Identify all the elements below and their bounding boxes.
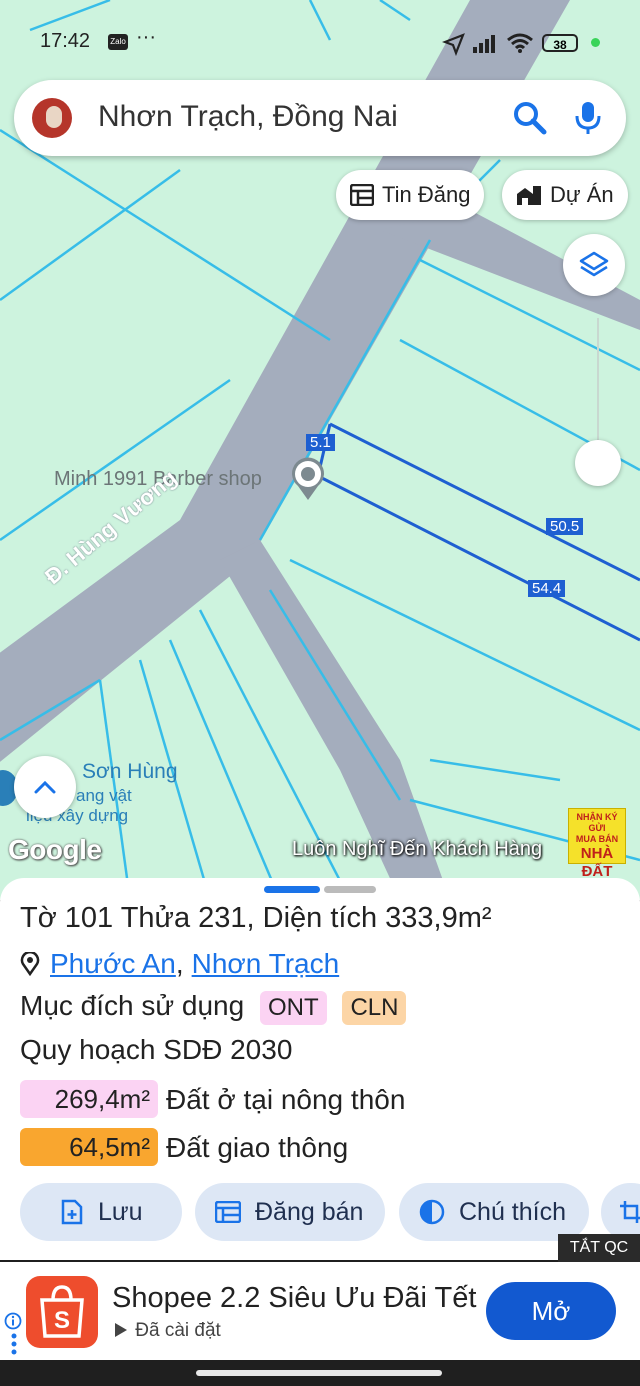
more-options-icon[interactable]: [10, 1332, 18, 1356]
save-button[interactable]: Lưu: [20, 1183, 182, 1241]
play-store-icon: [115, 1323, 127, 1337]
zalo-icon: Zalo: [108, 34, 128, 50]
more-notifications-icon: ···: [136, 26, 156, 48]
search-input[interactable]: Nhơn Trạch, Đồng Nai: [98, 100, 398, 134]
legend-button-label: Chú thích: [459, 1197, 567, 1226]
sheet-handle[interactable]: [324, 886, 376, 893]
poi-store-sub: ang vật: [76, 786, 132, 805]
map-pin-icon: [20, 952, 40, 976]
dimension-label: 50.5: [546, 518, 584, 535]
chevron-up-icon: [34, 780, 56, 794]
avatar[interactable]: [32, 98, 72, 138]
listings-chip-label: Tin Đăng: [382, 182, 471, 207]
table-icon: [215, 1201, 241, 1223]
close-ad-button[interactable]: TẮT QC: [558, 1234, 640, 1262]
crop-icon: [620, 1201, 640, 1223]
privacy-indicator-icon: [591, 38, 600, 47]
plan-label: Quy hoạch SDĐ 2030: [20, 1034, 293, 1065]
dimension-label: 5.1: [306, 434, 335, 451]
post-sale-button-label: Đăng bán: [255, 1197, 364, 1226]
location-arrow-icon: [442, 33, 465, 56]
signal-icon: [473, 35, 495, 53]
layers-icon: [579, 251, 609, 277]
usage-row: Mục đích sử dụng ONT CLN: [20, 990, 407, 1025]
area-label: Đất giao thông: [166, 1132, 349, 1163]
shopee-app-icon[interactable]: S: [26, 1276, 98, 1348]
parcel-address: Phước An, Nhơn Trạch: [20, 948, 339, 980]
battery-icon: 38: [542, 34, 578, 52]
buildings-icon: [517, 186, 541, 205]
parcel-title: Tờ 101 Thửa 231, Diện tích 333,9m²: [20, 902, 492, 934]
svg-text:S: S: [54, 1307, 70, 1334]
search-bar[interactable]: Nhơn Trạch, Đồng Nai: [14, 80, 626, 156]
usage-tag[interactable]: ONT: [259, 991, 327, 1025]
shopping-bag-icon: S: [40, 1285, 84, 1338]
area-label: Đất ở tại nông thôn: [166, 1084, 406, 1115]
add-file-icon: [61, 1199, 83, 1225]
projects-chip[interactable]: Dự Án: [502, 170, 628, 220]
ad-subtitle-text: Đã cài đặt: [135, 1320, 221, 1341]
open-ad-button[interactable]: Mở: [486, 1282, 616, 1340]
area-value: 64,5m²: [20, 1128, 158, 1166]
sheet-handle-active[interactable]: [264, 886, 320, 893]
brand-slogan: Luôn Nghĩ Đến Khách Hàng: [292, 838, 543, 860]
mic-icon[interactable]: [574, 100, 602, 136]
info-icon[interactable]: [4, 1312, 22, 1330]
wifi-icon: [507, 33, 533, 53]
contrast-icon: [419, 1199, 445, 1225]
table-icon: [350, 184, 374, 206]
save-button-label: Lưu: [98, 1197, 143, 1226]
search-icon[interactable]: [512, 100, 548, 136]
ad-subtitle: Đã cài đặt: [112, 1320, 221, 1342]
usage-tag[interactable]: CLN: [342, 991, 407, 1025]
listings-chip[interactable]: Tin Đăng: [336, 170, 485, 220]
address-separator: ,: [175, 948, 184, 979]
area-value: 269,4m²: [20, 1080, 158, 1118]
dimension-label: 54.4: [528, 580, 566, 597]
opacity-slider-track[interactable]: [597, 318, 599, 458]
navigation-bar: [0, 1360, 640, 1386]
poi-store-label[interactable]: Sơn Hùng: [82, 760, 178, 784]
projects-chip-label: Dự Án: [550, 182, 614, 207]
layers-button[interactable]: [563, 234, 625, 296]
post-sale-button[interactable]: Đăng bán: [195, 1183, 385, 1241]
brand-logo-line: NHẬN KÝ GỬI: [576, 812, 618, 833]
brand-logo-line: NHÀ ĐẤT: [580, 845, 614, 880]
legend-button[interactable]: Chú thích: [399, 1183, 589, 1241]
ward-link[interactable]: Phước An: [50, 948, 176, 980]
brand-logo[interactable]: NHẬN KÝ GỬI MUA BÁN NHÀ ĐẤT: [568, 808, 626, 880]
expand-up-button[interactable]: [14, 756, 76, 818]
opacity-slider-knob[interactable]: [575, 440, 621, 486]
status-time: 17:42: [40, 30, 91, 52]
ad-banner[interactable]: S Shopee 2.2 Siêu Ưu Đãi Tết Đã cài đặt …: [0, 1262, 640, 1360]
google-logo: Google: [8, 834, 102, 865]
usage-label: Mục đích sử dụng: [20, 990, 245, 1021]
home-gesture-bar[interactable]: [196, 1370, 442, 1376]
district-link[interactable]: Nhơn Trạch: [192, 948, 340, 980]
brand-logo-line: MUA BÁN: [575, 834, 619, 844]
ad-title[interactable]: Shopee 2.2 Siêu Ưu Đãi Tết: [112, 1282, 476, 1315]
